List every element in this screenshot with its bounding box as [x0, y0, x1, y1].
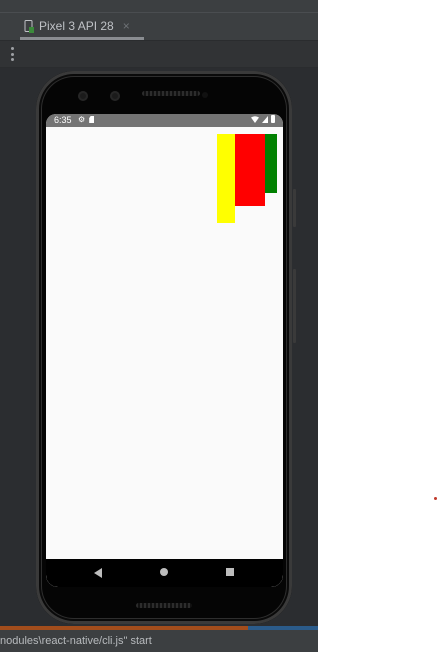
front-camera-icon: [110, 91, 120, 101]
bottom-speaker: [136, 603, 192, 608]
earpiece-speaker: [142, 91, 200, 96]
device-tab-label: Pixel 3 API 28: [39, 19, 114, 33]
more-vertical-icon[interactable]: [10, 47, 15, 61]
signal-icon: [262, 115, 268, 123]
console-text: nodules\react-native/cli.js" start: [0, 635, 152, 647]
status-notification-icons: ⚙: [78, 115, 95, 124]
emulator-panel: Pixel 3 API 28 × 6:35 ⚙: [0, 0, 318, 628]
red-box: [235, 134, 265, 206]
app-content[interactable]: [46, 127, 283, 559]
active-tab-indicator: [20, 37, 144, 40]
power-button[interactable]: [293, 189, 296, 227]
navigation-bar: [46, 559, 283, 587]
device-screen[interactable]: 6:35 ⚙: [46, 114, 283, 587]
volume-button[interactable]: [293, 269, 296, 343]
wifi-icon: [251, 115, 259, 123]
front-camera-icon: [78, 91, 88, 101]
sd-card-icon: [89, 116, 95, 123]
status-bar: 6:35 ⚙: [46, 114, 283, 127]
device-tab-strip: Pixel 3 API 28 ×: [0, 0, 318, 41]
home-button[interactable]: [160, 568, 168, 576]
status-time: 6:35: [54, 115, 72, 125]
proximity-sensor: [202, 92, 208, 98]
battery-icon: [271, 115, 275, 123]
phone-icon: [24, 19, 34, 33]
console-status-bar: nodules\react-native/cli.js" start: [0, 630, 318, 652]
gear-icon: ⚙: [78, 115, 86, 124]
device-tab[interactable]: Pixel 3 API 28 ×: [10, 14, 144, 40]
status-system-icons: [251, 115, 275, 123]
green-box: [265, 134, 277, 193]
divider: [0, 12, 318, 13]
top-bezel: [44, 77, 284, 117]
yellow-box: [217, 134, 235, 223]
recents-button[interactable]: [226, 568, 234, 576]
marker-dot: [434, 497, 437, 500]
close-icon[interactable]: ×: [123, 19, 130, 33]
emulator-toolbar: [0, 41, 318, 68]
back-button[interactable]: [94, 568, 102, 578]
